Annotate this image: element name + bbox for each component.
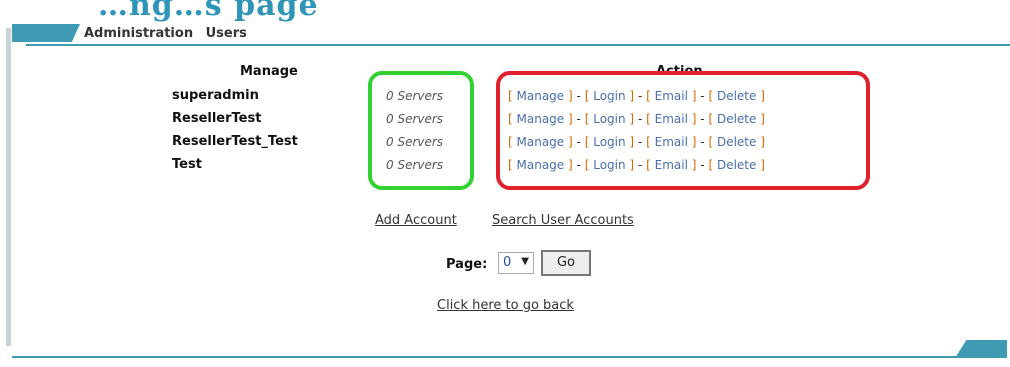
breadcrumb-administration[interactable]: Administration (84, 26, 193, 41)
actions-highlight-box (496, 71, 870, 190)
user-name[interactable]: ResellerTest_Test (172, 134, 298, 149)
user-name[interactable]: ResellerTest (172, 111, 261, 126)
page-select[interactable]: 0 ▼ (498, 252, 534, 274)
footer-bar (12, 340, 1007, 364)
header-rule (26, 44, 1010, 46)
footer-tab (955, 340, 1007, 358)
user-name[interactable]: Test (172, 157, 202, 172)
add-account-link[interactable]: Add Account (375, 213, 457, 228)
breadcrumb-users: Users (205, 26, 247, 41)
page-select-value: 0 (503, 255, 512, 270)
servers-highlight-box (368, 71, 474, 190)
search-user-accounts-link[interactable]: Search User Accounts (492, 213, 634, 228)
go-button[interactable]: Go (541, 250, 591, 276)
breadcrumb: Administration Users (84, 26, 255, 41)
user-name[interactable]: superadmin (172, 88, 259, 103)
go-back-link[interactable]: Click here to go back (437, 298, 574, 313)
manage-column-header: Manage (240, 64, 298, 79)
chevron-down-icon: ▼ (521, 256, 529, 267)
page-title: …ng…s page (98, 0, 319, 23)
page-label: Page: (446, 257, 488, 272)
footer-rule (12, 356, 1007, 358)
header-tab (12, 24, 80, 42)
left-border (6, 28, 11, 346)
